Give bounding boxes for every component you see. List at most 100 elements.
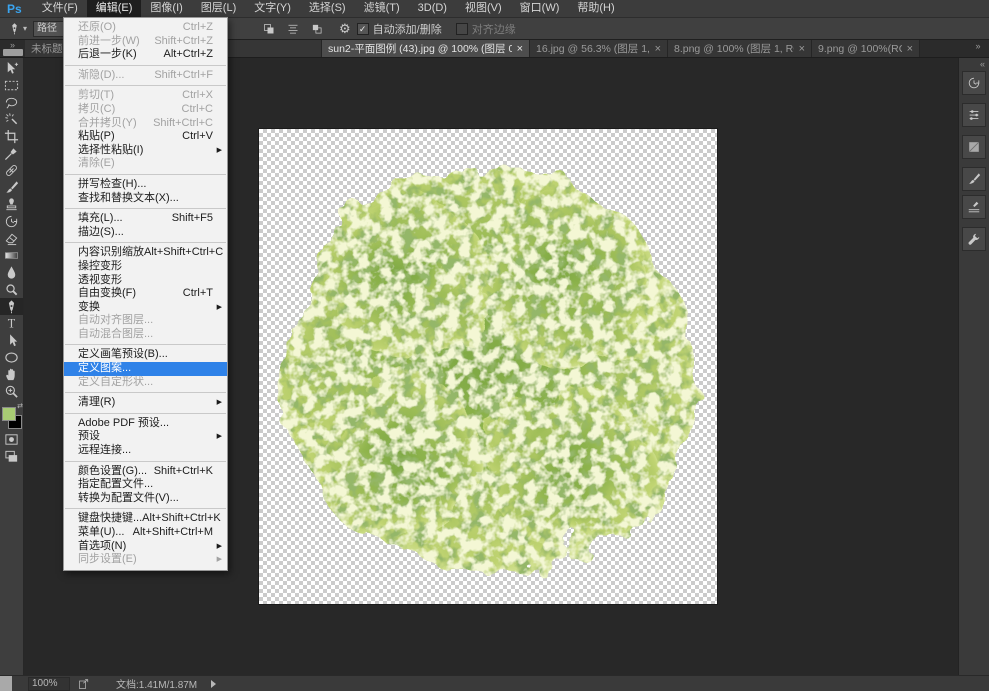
edit-menu-item[interactable]: 定义图案... xyxy=(64,362,227,376)
type-tool[interactable]: T xyxy=(0,315,23,332)
menu-item-label: 同步设置(E) xyxy=(78,553,137,567)
menu-item-label: 菜单(U)... xyxy=(78,526,124,540)
blur-tool[interactable] xyxy=(0,264,23,281)
path-select-tool[interactable] xyxy=(0,332,23,349)
adjustments-panel-icon[interactable] xyxy=(962,103,986,127)
edit-menu-item[interactable]: 描边(S)... xyxy=(64,226,227,240)
edit-menu-item[interactable]: 内容识别缩放Alt+Shift+Ctrl+C xyxy=(64,246,227,260)
styles-panel-icon[interactable] xyxy=(962,135,986,159)
document-tab[interactable]: 9.png @ 100%(RGB/8#)× xyxy=(812,40,920,57)
checkbox-box xyxy=(456,23,468,35)
eraser-tool[interactable] xyxy=(0,230,23,247)
quick-mask-button[interactable] xyxy=(0,431,23,448)
menubar-item[interactable]: 文字(Y) xyxy=(245,0,300,17)
gradient-tool[interactable] xyxy=(0,247,23,264)
lasso-tool[interactable] xyxy=(0,94,23,111)
edit-menu-item[interactable]: 变换▶ xyxy=(64,301,227,315)
healing-brush-tool[interactable] xyxy=(0,162,23,179)
edit-menu-item[interactable]: 预设▶ xyxy=(64,430,227,444)
magic-wand-tool[interactable] xyxy=(0,111,23,128)
tab-close-icon[interactable]: × xyxy=(907,43,913,55)
edit-menu-item: 渐隐(D)...Shift+Ctrl+F xyxy=(64,69,227,83)
edit-menu-item: 拷贝(C)Ctrl+C xyxy=(64,103,227,117)
brush-tool[interactable] xyxy=(0,179,23,196)
edit-menu-item[interactable]: 自由变换(F)Ctrl+T xyxy=(64,287,227,301)
menu-item-label: 转换为配置文件(V)... xyxy=(78,492,179,506)
path-alignment-icon[interactable] xyxy=(284,21,302,37)
edit-menu-item[interactable]: Adobe PDF 预设... xyxy=(64,417,227,431)
tab-overflow-button[interactable]: » xyxy=(967,40,989,57)
edit-menu-item[interactable]: 键盘快捷键...Alt+Shift+Ctrl+K xyxy=(64,512,227,526)
current-tool-preview[interactable]: ▾ xyxy=(8,22,27,35)
status-flyout-icon[interactable] xyxy=(211,680,216,688)
edit-menu-item[interactable]: 拼写检查(H)... xyxy=(64,178,227,192)
edit-menu-item[interactable]: 查找和替换文本(X)... xyxy=(64,192,227,206)
foreground-color-swatch[interactable] xyxy=(2,407,16,421)
dock-expand-icon[interactable]: « xyxy=(980,59,989,69)
brush-panel-icon[interactable] xyxy=(962,167,986,191)
path-arrange-icon[interactable] xyxy=(308,21,326,37)
crop-tool[interactable] xyxy=(0,128,23,145)
edit-menu-item[interactable]: 菜单(U)...Alt+Shift+Ctrl+M xyxy=(64,526,227,540)
marquee-tool[interactable] xyxy=(0,77,23,94)
menu-item-label: 选择性粘贴(I) xyxy=(78,144,143,158)
menu-item-shortcut: Shift+Ctrl+C xyxy=(153,117,213,131)
document-tab[interactable]: 8.png @ 100% (图层 1, RGB/8#) *× xyxy=(668,40,812,57)
edit-menu-item[interactable]: 选择性粘贴(I)▶ xyxy=(64,144,227,158)
pen-tool[interactable] xyxy=(0,298,23,315)
menubar-item[interactable]: 图层(L) xyxy=(192,0,245,17)
swap-colors-icon[interactable]: ⇄ xyxy=(17,402,23,410)
history-brush-tool[interactable] xyxy=(0,213,23,230)
edit-menu-item[interactable]: 指定配置文件... xyxy=(64,478,227,492)
menubar-item[interactable]: 滤镜(T) xyxy=(355,0,409,17)
tab-close-icon[interactable]: × xyxy=(517,43,523,55)
gear-icon[interactable]: ⚙ xyxy=(339,21,351,37)
color-swatches[interactable]: ⇄ xyxy=(0,403,23,431)
eyedropper-tool[interactable] xyxy=(0,145,23,162)
menubar-item[interactable]: 图像(I) xyxy=(141,0,191,17)
edit-menu-item[interactable]: 颜色设置(G)...Shift+Ctrl+K xyxy=(64,465,227,479)
edit-menu-item[interactable]: 首选项(N)▶ xyxy=(64,540,227,554)
edit-menu-item[interactable]: 后退一步(K)Alt+Ctrl+Z xyxy=(64,48,227,62)
path-operations-icon[interactable] xyxy=(260,21,278,37)
move-tool[interactable] xyxy=(0,60,23,77)
edit-menu-item[interactable]: 填充(L)...Shift+F5 xyxy=(64,212,227,226)
submenu-arrow-icon: ▶ xyxy=(213,396,222,410)
auto-add-delete-checkbox[interactable]: ✓ 自动添加/删除 xyxy=(357,21,442,37)
edit-menu-item[interactable]: 远程连接... xyxy=(64,444,227,458)
edit-menu-item[interactable]: 粘贴(P)Ctrl+V xyxy=(64,130,227,144)
edit-menu-item[interactable]: 清理(R)▶ xyxy=(64,396,227,410)
edit-menu-item[interactable]: 转换为配置文件(V)... xyxy=(64,492,227,506)
history-panel-icon[interactable] xyxy=(962,71,986,95)
menu-separator xyxy=(65,461,226,462)
menubar-item[interactable]: 编辑(E) xyxy=(87,0,142,17)
menu-item-label: 剪切(T) xyxy=(78,89,114,103)
tool-presets-panel-icon[interactable] xyxy=(962,227,986,251)
menubar-item[interactable]: 选择(S) xyxy=(300,0,355,17)
edit-menu-item[interactable]: 定义画笔预设(B)... xyxy=(64,348,227,362)
dodge-tool[interactable] xyxy=(0,281,23,298)
document-tab[interactable]: 16.jpg @ 56.3% (图层 1, RGB/8) *× xyxy=(530,40,668,57)
tab-close-icon[interactable]: × xyxy=(799,43,805,55)
brush-presets-panel-icon[interactable] xyxy=(962,195,986,219)
zoom-tool[interactable] xyxy=(0,383,23,400)
tab-close-icon[interactable]: × xyxy=(655,43,661,55)
hand-tool[interactable] xyxy=(0,366,23,383)
edit-menu-item[interactable]: 操控变形 xyxy=(64,260,227,274)
zoom-level-field[interactable]: 100% xyxy=(28,677,70,691)
edit-menu-item: 还原(O)Ctrl+Z xyxy=(64,21,227,35)
document-tab[interactable]: sun2-平面图例 (43).jpg @ 100% (图层 0, RGB/8) … xyxy=(322,40,530,57)
menubar-item[interactable]: 帮助(H) xyxy=(568,0,623,17)
dock-collapse-icon[interactable]: » xyxy=(10,41,15,49)
share-icon xyxy=(78,678,90,690)
menubar-item[interactable]: 视图(V) xyxy=(456,0,511,17)
shape-tool[interactable] xyxy=(0,349,23,366)
clone-stamp-tool[interactable] xyxy=(0,196,23,213)
menubar-item[interactable]: 窗口(W) xyxy=(511,0,569,17)
menu-item-label: 操控变形 xyxy=(78,260,122,274)
screen-mode-button[interactable] xyxy=(0,448,23,465)
edit-menu-item[interactable]: 透视变形 xyxy=(64,274,227,288)
menubar-item[interactable]: 3D(D) xyxy=(409,0,456,17)
document-canvas[interactable] xyxy=(259,129,717,604)
menubar-item[interactable]: 文件(F) xyxy=(33,0,87,17)
